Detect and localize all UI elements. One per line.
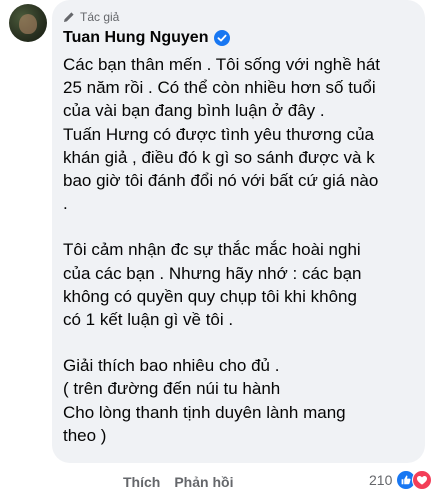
comment-actions: Thích Phản hồi	[123, 474, 233, 490]
comment-line: ( trên đường đến núi tu hành	[63, 379, 281, 399]
verified-badge-icon	[214, 30, 231, 46]
comment-paragraph-2: Tôi cảm nhận đc sự thắc mắc hoài nghi củ…	[63, 238, 415, 331]
comment-line: Tuấn Hưng có được tình yêu thương của	[63, 124, 374, 144]
author-badge-label: Tác giả	[80, 10, 120, 24]
comment-line: có 1 kết luận gì về tôi .	[63, 310, 234, 330]
comment-line: khán giả , điều đó k gì so sánh được và …	[63, 147, 375, 167]
comment-line: 25 năm rồi . Có thể còn nhiều hơn số tuổ…	[63, 78, 376, 98]
comment-line: Tôi cảm nhận đc sự thắc mắc hoài nghi	[63, 240, 361, 260]
comment-line: bao giờ tôi đánh đổi nó với bất cứ giá n…	[63, 171, 379, 191]
pen-icon	[64, 12, 74, 22]
comment-line: của các bạn . Nhưng hãy nhớ : các bạn	[63, 263, 362, 283]
comment-line: Các bạn thân mến . Tôi sống với nghề hát	[63, 55, 381, 74]
comment-line: Giải thích bao nhiêu cho đủ .	[63, 356, 280, 376]
avatar[interactable]	[9, 4, 47, 42]
reaction-icons	[396, 470, 433, 490]
comment-line: Cho lòng thanh tịnh duyên lành mang	[63, 402, 346, 422]
reaction-count: 210	[369, 472, 393, 488]
love-icon	[412, 470, 433, 490]
comment-line: không có quyền quy chụp tôi khi không	[63, 286, 357, 306]
comment-line: .	[63, 194, 68, 214]
reply-button[interactable]: Phản hồi	[174, 474, 233, 490]
author-name[interactable]: Tuan Hung Nguyen	[63, 29, 208, 47]
comment-screenshot: Tác giả Tuan Hung Nguyen Các bạn thân mế…	[0, 0, 437, 490]
author-row: Tuan Hung Nguyen	[63, 27, 231, 49]
comment-line: của vài bạn đang bình luận ở đây .	[63, 101, 325, 121]
like-button[interactable]: Thích	[123, 474, 160, 490]
comment-paragraph-3: Giải thích bao nhiêu cho đủ . ( trên đườ…	[63, 354, 415, 447]
author-badge: Tác giả	[63, 9, 119, 25]
comment-text: Các bạn thân mến . Tôi sống với nghề hát…	[63, 53, 415, 447]
comment-paragraph-1: Các bạn thân mến . Tôi sống với nghề hát…	[63, 53, 415, 215]
comment-line: theo )	[63, 425, 107, 445]
reactions-summary[interactable]: 210	[369, 470, 433, 490]
